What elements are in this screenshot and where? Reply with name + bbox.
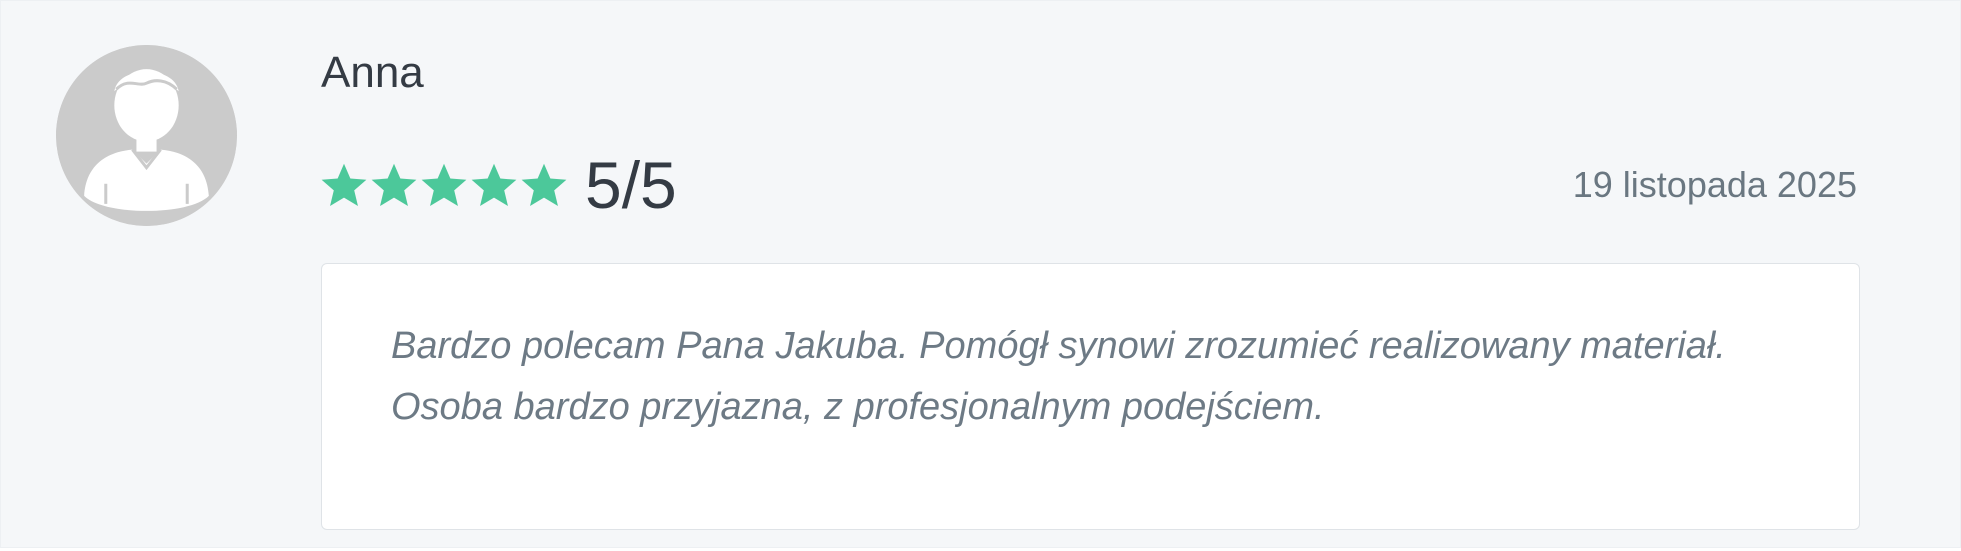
review-text-line: Osoba bardzo przyjazna, z profesjonalnym… — [391, 386, 1325, 428]
avatar — [56, 45, 237, 226]
review-text: Bardzo polecam Pana Jakuba. Pomógł synow… — [391, 316, 1811, 438]
star-icon — [519, 160, 569, 210]
review-body: Bardzo polecam Pana Jakuba. Pomógł synow… — [321, 263, 1860, 530]
reviewer-name: Anna — [321, 48, 424, 97]
star-icon — [319, 160, 369, 210]
review-date: 19 listopada 2025 — [1572, 164, 1857, 205]
star-icon — [419, 160, 469, 210]
star-rating — [319, 160, 569, 210]
rating-value: 5/5 — [585, 148, 677, 222]
rating: 5/5 — [319, 149, 677, 221]
star-icon — [469, 160, 519, 210]
user-silhouette-icon — [56, 45, 237, 226]
star-icon — [369, 160, 419, 210]
review-text-line: Bardzo polecam Pana Jakuba. Pomógł synow… — [391, 325, 1726, 367]
review-card: Anna 5/5 19 listopada 2025 Bardzo poleca… — [0, 0, 1961, 548]
